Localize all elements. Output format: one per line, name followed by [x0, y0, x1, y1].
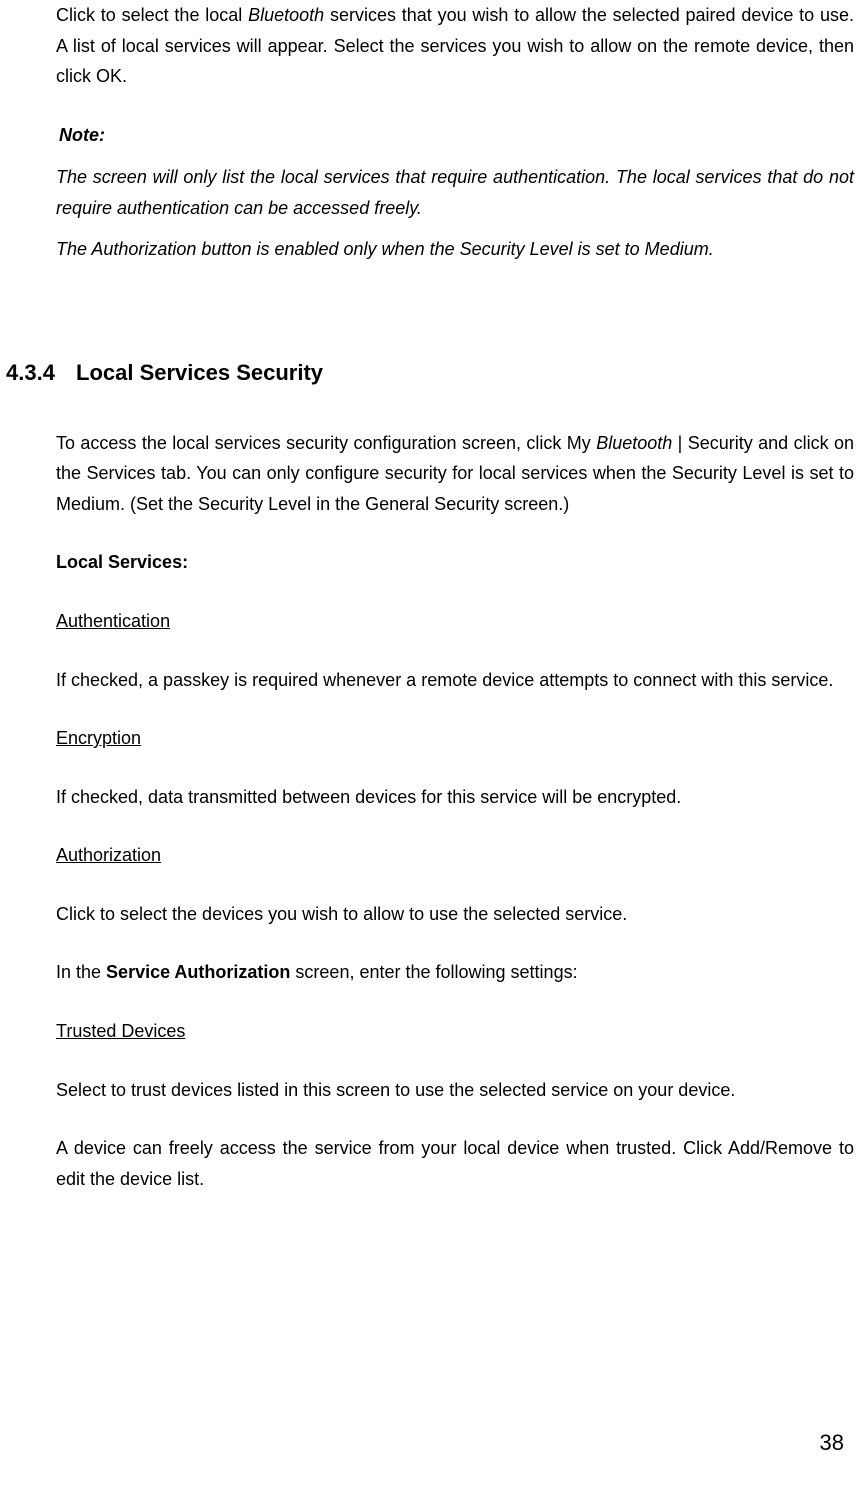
authorization-heading: Authorization	[56, 840, 854, 871]
authorization-settings-before: In the	[56, 962, 106, 982]
page-number: 38	[820, 1424, 844, 1461]
authentication-heading: Authentication	[56, 606, 854, 637]
section-intro-paragraph: To access the local services security co…	[56, 428, 854, 520]
authorization-settings: In the Service Authorization screen, ent…	[56, 957, 854, 988]
section-title: Local Services Security	[76, 360, 323, 385]
authorization-settings-after: screen, enter the following settings:	[290, 962, 577, 982]
encryption-text: If checked, data transmitted between dev…	[56, 782, 854, 813]
intro-italic-word: Bluetooth	[248, 5, 324, 25]
note-paragraph-2: The Authorization button is enabled only…	[56, 234, 854, 265]
section-heading: 4.3.4Local Services Security	[6, 354, 864, 391]
authorization-settings-bold: Service Authorization	[106, 962, 290, 982]
local-services-label: Local Services:	[56, 547, 854, 578]
note-paragraph-1: The screen will only list the local serv…	[56, 162, 854, 223]
authorization-text: Click to select the devices you wish to …	[56, 899, 854, 930]
trusted-devices-text-2: A device can freely access the service f…	[56, 1133, 854, 1194]
intro-text-before: Click to select the local	[56, 5, 248, 25]
section-intro-before: To access the local services security co…	[56, 433, 596, 453]
intro-paragraph: Click to select the local Bluetooth serv…	[56, 0, 854, 92]
authentication-text: If checked, a passkey is required whenev…	[56, 665, 854, 696]
trusted-devices-heading: Trusted Devices	[56, 1016, 854, 1047]
section-intro-italic: Bluetooth	[596, 433, 672, 453]
encryption-heading: Encryption	[56, 723, 854, 754]
trusted-devices-text-1: Select to trust devices listed in this s…	[56, 1075, 854, 1106]
note-label: Note:	[59, 120, 854, 151]
section-number: 4.3.4	[6, 354, 76, 391]
